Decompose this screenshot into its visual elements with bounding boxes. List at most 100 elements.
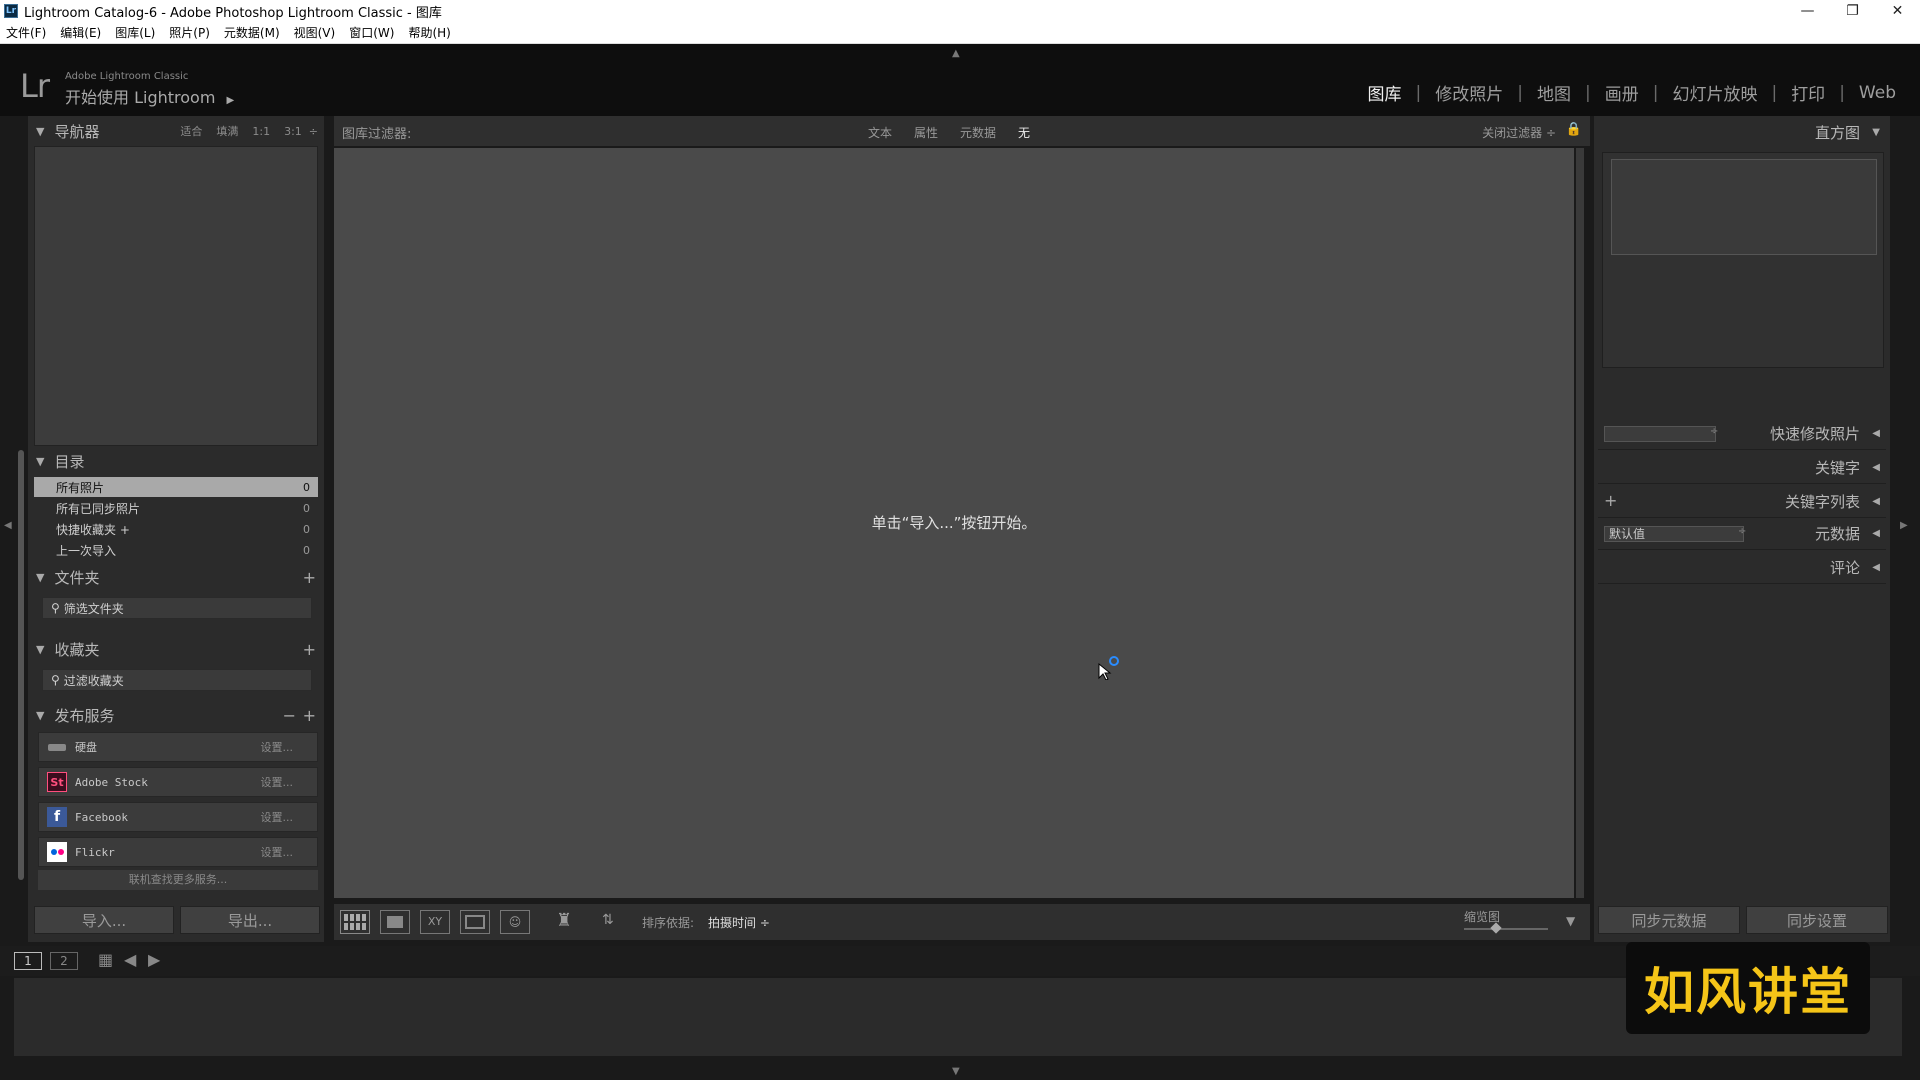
import-button[interactable]: 导入... — [34, 906, 174, 934]
publish-settings[interactable]: 设置... — [261, 774, 294, 790]
publish-adobe-stock[interactable]: St Adobe Stock 设置... — [38, 767, 318, 797]
filmstrip[interactable] — [14, 978, 1902, 1056]
catalog-item-all-photos[interactable]: 所有照片 0 — [34, 477, 318, 497]
publish-settings[interactable]: 设置... — [261, 739, 294, 755]
hard-drive-icon — [47, 737, 67, 757]
catalog-item-label: 所有照片 — [56, 480, 105, 495]
publish-hard-drive[interactable]: 硬盘 设置... — [38, 732, 318, 762]
grid-icon[interactable]: ▦ — [98, 950, 113, 969]
secondary-window-button[interactable]: 2 — [50, 952, 78, 970]
collection-filter-input[interactable]: ⚲ 过滤收藏夹 — [42, 669, 312, 691]
get-started-link[interactable]: 开始使用 Lightroom ▶ — [65, 84, 234, 108]
module-map[interactable]: 地图 — [1523, 80, 1585, 105]
publish-flickr[interactable]: Flickr 设置... — [38, 837, 318, 867]
library-filter-bar: 图库过滤器: 文本 属性 元数据 无 关闭过滤器 ÷ 🔒 — [334, 116, 1590, 146]
menu-view[interactable]: 视图(V) — [294, 24, 336, 41]
restore-button[interactable]: ❐ — [1830, 3, 1875, 19]
loupe-view-icon[interactable] — [380, 910, 410, 934]
folders-header[interactable]: ▼ 文件夹 + — [28, 562, 324, 592]
remove-service-icon[interactable]: − — [283, 706, 296, 725]
metadata-preset-select[interactable]: 默认值 — [1604, 526, 1744, 542]
keywording-header[interactable]: 关键字 ◀ — [1598, 452, 1886, 484]
folder-filter-input[interactable]: ⚲ 筛选文件夹 — [42, 597, 312, 619]
compare-view-icon[interactable]: XY — [420, 910, 450, 934]
menu-metadata[interactable]: 元数据(M) — [224, 24, 280, 41]
sort-direction-icon[interactable]: ⇅ — [602, 912, 614, 928]
minimize-button[interactable]: — — [1785, 3, 1830, 19]
people-view-icon[interactable]: ☺ — [500, 910, 530, 934]
add-folder-icon[interactable]: + — [303, 568, 316, 587]
grid-scrollbar[interactable] — [1576, 148, 1584, 898]
keyword-list-header[interactable]: + 关键字列表 ◀ — [1598, 486, 1886, 518]
main-window-button[interactable]: 1 — [14, 952, 42, 970]
add-service-icon[interactable]: + — [303, 706, 316, 725]
survey-view-icon[interactable] — [460, 910, 490, 934]
sync-settings-button[interactable]: 同步设置 — [1746, 906, 1888, 934]
collapse-top-arrow-icon[interactable]: ▲ — [952, 48, 960, 59]
catalog-title: 目录 — [54, 452, 85, 471]
comments-header[interactable]: 评论 ◀ — [1598, 552, 1886, 584]
menu-help[interactable]: 帮助(H) — [408, 24, 450, 41]
collapse-bottom-arrow-icon[interactable]: ▼ — [952, 1066, 960, 1077]
histogram-graph[interactable] — [1611, 159, 1877, 255]
menu-library[interactable]: 图库(L) — [115, 24, 155, 41]
catalog-item-synced[interactable]: 所有已同步照片 0 — [34, 498, 318, 518]
back-arrow-icon[interactable]: ◀ — [124, 950, 136, 969]
module-develop[interactable]: 修改照片 — [1421, 80, 1517, 105]
add-collection-icon[interactable]: + — [303, 640, 316, 659]
zoom-stepper-icon[interactable]: ÷ — [309, 125, 318, 138]
publish-services-header[interactable]: ▼ 发布服务 − + — [28, 700, 324, 730]
filter-presets-dropdown[interactable]: 关闭过滤器 ÷ — [1482, 124, 1556, 141]
right-panel-toggle-icon[interactable]: ▶ — [1900, 520, 1908, 531]
filter-tab-none[interactable]: 无 — [1018, 124, 1030, 141]
catalog-item-previous-import[interactable]: 上一次导入 0 — [34, 540, 318, 560]
export-button[interactable]: 导出... — [180, 906, 320, 934]
zoom-3-1[interactable]: 3:1 — [284, 125, 302, 138]
add-keyword-icon[interactable]: + — [1604, 491, 1617, 510]
filter-tab-metadata[interactable]: 元数据 — [960, 124, 996, 141]
forward-arrow-icon[interactable]: ▶ — [148, 950, 160, 969]
navigator-header[interactable]: ▼ 导航器 适合 填满 1:1 3:1 ÷ — [28, 116, 324, 146]
left-panel-scrollbar[interactable] — [18, 450, 24, 880]
lock-icon[interactable]: 🔒 — [1566, 122, 1582, 137]
zoom-fill[interactable]: 填满 — [216, 125, 238, 138]
zoom-fit[interactable]: 适合 — [180, 125, 202, 138]
sync-metadata-button[interactable]: 同步元数据 — [1598, 906, 1740, 934]
painter-icon[interactable]: ♜ — [556, 910, 572, 931]
thumbnail-size-slider[interactable] — [1464, 922, 1548, 934]
grid-view-icon[interactable] — [340, 910, 370, 934]
module-print[interactable]: 打印 — [1777, 80, 1839, 105]
menu-edit[interactable]: 编辑(E) — [60, 24, 101, 41]
menu-file[interactable]: 文件(F) — [6, 24, 46, 41]
filter-tab-attribute[interactable]: 属性 — [914, 124, 938, 141]
navigator-preview[interactable] — [34, 146, 318, 446]
module-slideshow[interactable]: 幻灯片放映 — [1658, 80, 1771, 105]
sort-dropdown[interactable]: 拍摄时间 ÷ — [708, 914, 770, 931]
module-web[interactable]: Web — [1845, 83, 1910, 103]
catalog-header[interactable]: ▼ 目录 — [28, 446, 324, 476]
busy-cursor-icon — [1098, 656, 1120, 684]
histogram-header[interactable]: 直方图 ▼ — [1598, 116, 1886, 148]
saved-preset-select[interactable] — [1604, 426, 1716, 442]
collections-header[interactable]: ▼ 收藏夹 + — [28, 634, 324, 664]
keywording-title: 关键字 — [1814, 459, 1860, 477]
folders-title: 文件夹 — [54, 568, 100, 587]
publish-facebook[interactable]: f Facebook 设置... — [38, 802, 318, 832]
publish-settings[interactable]: 设置... — [261, 844, 294, 860]
catalog-item-quick-collection[interactable]: 快捷收藏夹 + 0 — [34, 519, 318, 539]
module-library[interactable]: 图库 — [1354, 80, 1416, 105]
filter-tab-text[interactable]: 文本 — [868, 124, 892, 141]
quick-develop-header[interactable]: ÷ 快速修改照片 ◀ — [1598, 418, 1886, 450]
menu-photo[interactable]: 照片(P) — [169, 24, 210, 41]
module-book[interactable]: 画册 — [1591, 80, 1653, 105]
menu-window[interactable]: 窗口(W) — [349, 24, 394, 41]
close-button[interactable]: ✕ — [1875, 3, 1920, 19]
zoom-1-1[interactable]: 1:1 — [252, 125, 270, 138]
find-more-services-button[interactable]: 联机查找更多服务... — [38, 870, 318, 890]
left-panel-toggle-icon[interactable]: ◀ — [4, 520, 12, 531]
toolbar-options-chevron-down-icon[interactable]: ▼ — [1566, 914, 1575, 928]
quick-develop-title: 快速修改照片 — [1769, 425, 1860, 443]
metadata-header[interactable]: 默认值 ÷ 元数据 ◀ — [1598, 518, 1886, 550]
publish-settings[interactable]: 设置... — [261, 809, 294, 825]
catalog-item-count: 0 — [303, 501, 310, 515]
